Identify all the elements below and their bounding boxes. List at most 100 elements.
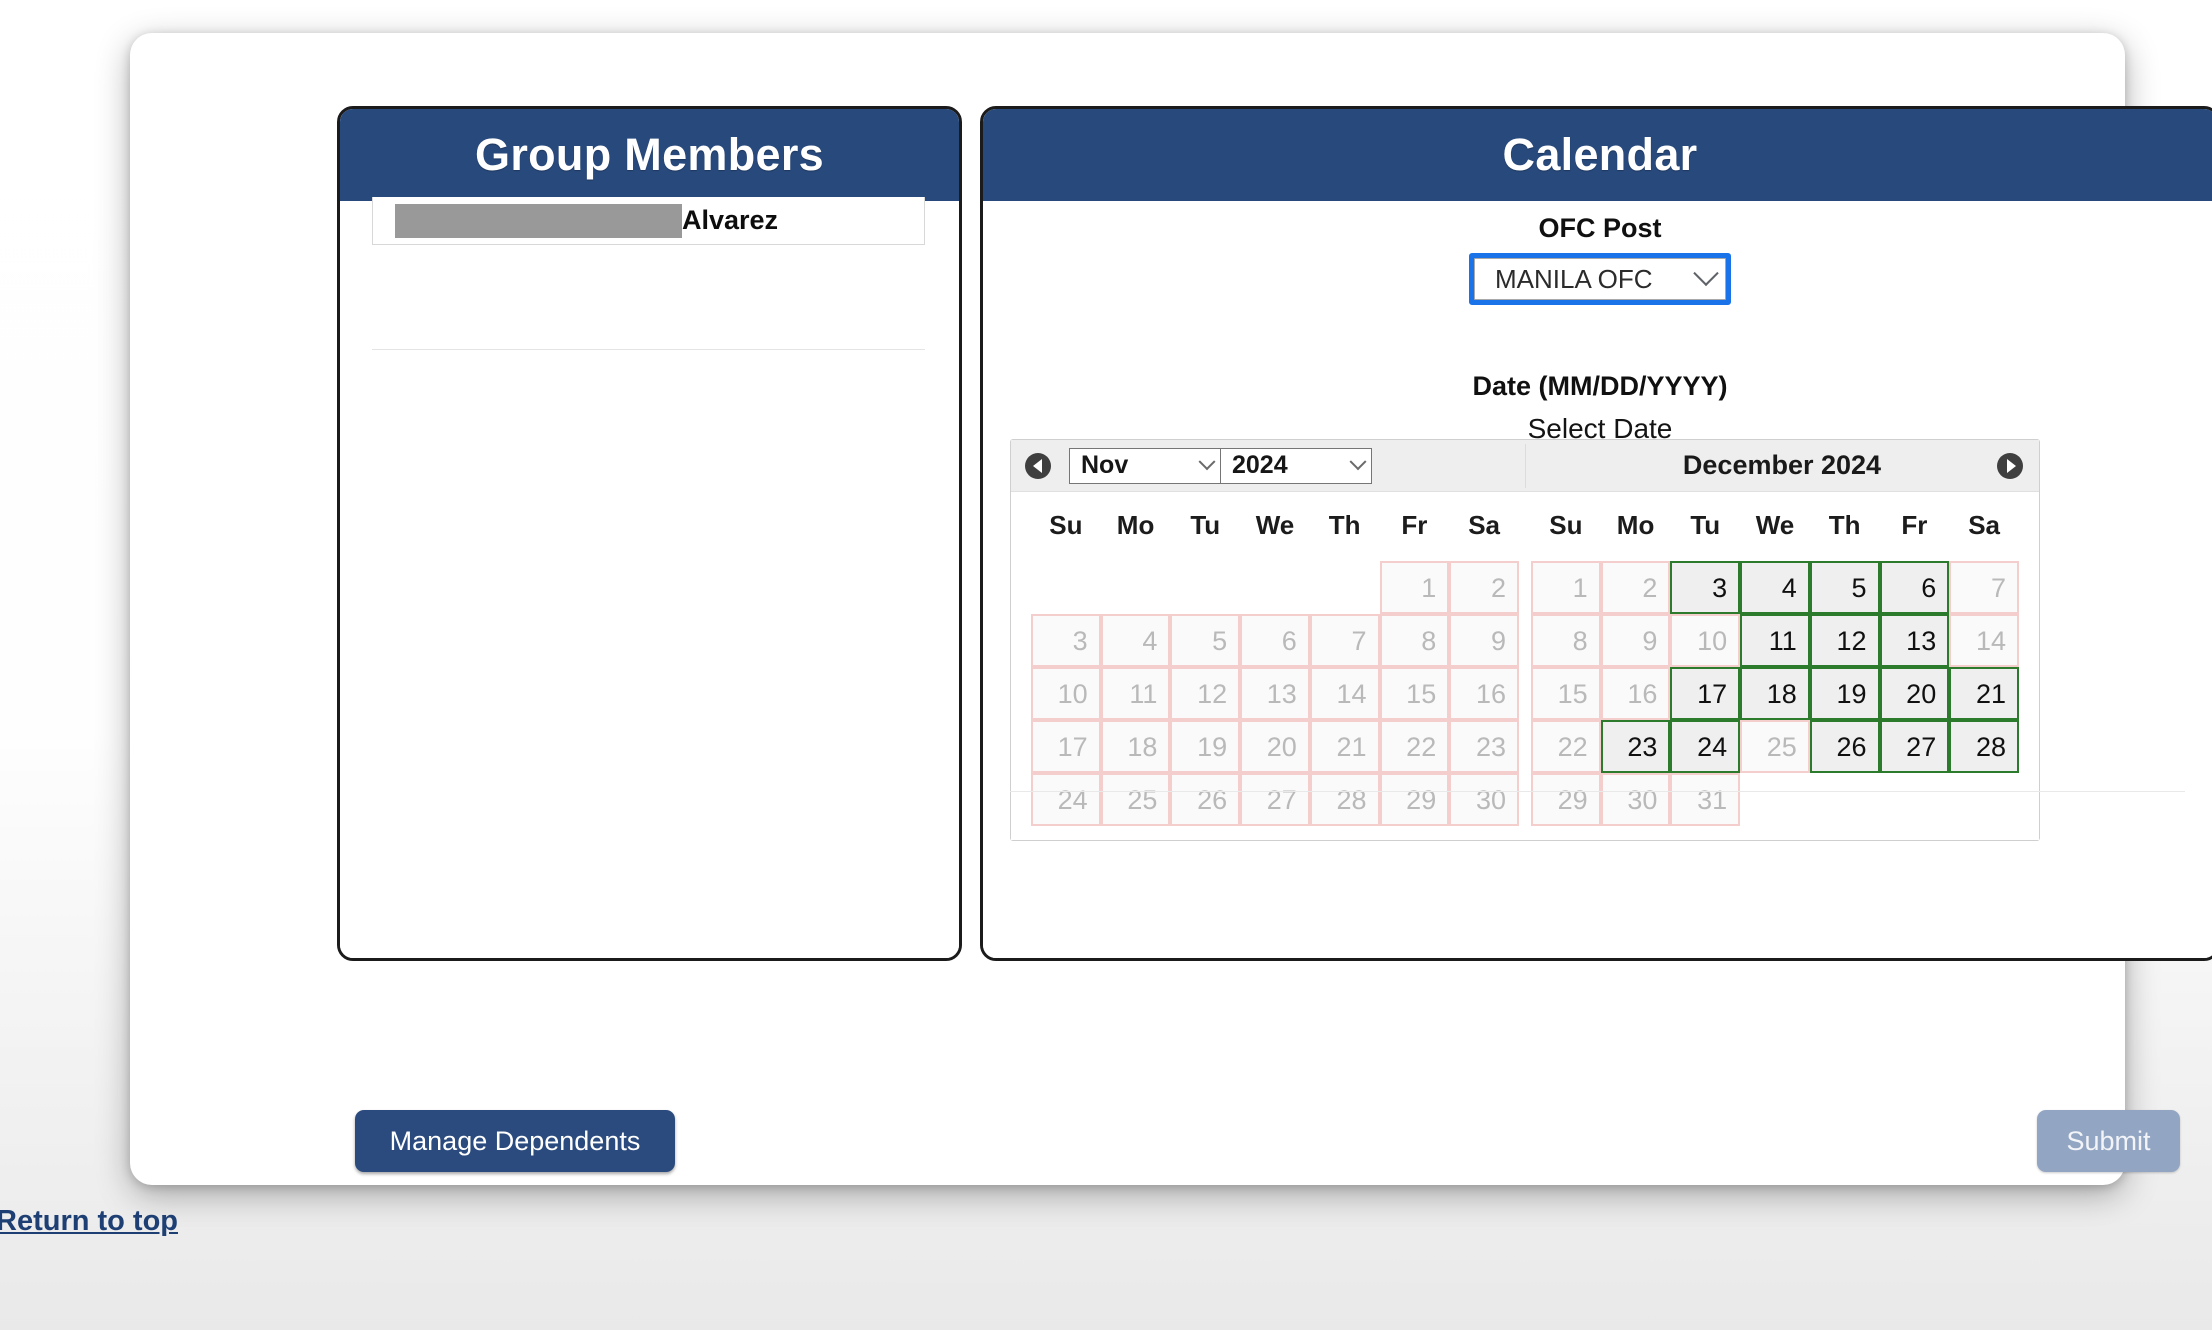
calendar-day-disabled: 1 — [1379, 561, 1450, 614]
member-last-name: Alvarez — [682, 205, 779, 235]
calendar-day-disabled: 16 — [1600, 667, 1671, 720]
calendar-day-disabled: 18 — [1100, 720, 1171, 773]
calendar-day-cell: 10 — [1670, 614, 1741, 667]
calendar-day-cell: 4 — [1100, 614, 1171, 667]
manage-dependents-button[interactable]: Manage Dependents — [355, 1110, 675, 1172]
calendar-day-disabled: 10 — [1670, 614, 1741, 667]
calendar-day-cell: 29 — [1531, 773, 1601, 826]
calendar-day-disabled: 1 — [1531, 561, 1601, 614]
calendar-day-available[interactable]: 18 — [1740, 667, 1810, 720]
ofc-post-select[interactable]: MANILA OFC — [1469, 253, 1731, 305]
calendar-day-disabled: 16 — [1449, 667, 1519, 720]
calendar-day-cell: 4 — [1740, 561, 1810, 614]
datepicker-header: Nov 2024 December 2024 — [1011, 440, 2039, 492]
calendar-day-disabled: 27 — [1240, 773, 1310, 826]
weekday-su: Su — [1049, 510, 1083, 540]
page-root: Group Members Alvarez Calendar OFC Post … — [0, 0, 2212, 1330]
calendar-day-cell — [1240, 561, 1310, 614]
calendar-day-available[interactable]: 3 — [1670, 561, 1741, 614]
calendar-day-cell: 3 — [1670, 561, 1741, 614]
weekday-we: We — [1255, 510, 1295, 540]
calendar-week-row: 22 23 24 25 26 27 28 — [1531, 720, 2019, 773]
calendar-day-cell: 13 — [1240, 667, 1310, 720]
calendar-day-cell: 27 — [1240, 773, 1310, 826]
calendar-month-left: Su Mo Tu We Th Fr Sa 1 2 3 4 5 6 7 8 9 10 11 12 13 14 15 16 17… — [1025, 498, 1525, 826]
month-select[interactable]: Nov — [1069, 447, 1221, 484]
right-month-title: December 2024 — [1682, 450, 1882, 480]
calendar-day-cell: 12 — [1809, 614, 1880, 667]
calendar-day-available[interactable]: 19 — [1809, 667, 1880, 720]
calendar-day-available[interactable]: 13 — [1879, 614, 1950, 667]
calendar-day-cell: 2 — [1600, 561, 1671, 614]
return-to-top-link[interactable]: Return to top — [0, 1205, 178, 1238]
weekday-mo: Mo — [1116, 510, 1155, 540]
calendar-day-empty — [1031, 561, 1101, 614]
prev-arrow-icon — [1032, 458, 1042, 473]
calendar-day-cell: 28 — [1949, 720, 2019, 773]
calendar-day-disabled: 9 — [1449, 614, 1519, 667]
calendar-day-available[interactable]: 23 — [1600, 720, 1671, 773]
calendar-day-disabled: 4 — [1100, 614, 1171, 667]
member-list-divider — [372, 349, 925, 350]
calendar-day-available[interactable]: 5 — [1809, 561, 1880, 614]
calendar-day-cell: 29 — [1379, 773, 1450, 826]
calendar-day-available[interactable]: 17 — [1670, 667, 1741, 720]
calendar-day-empty — [1240, 561, 1310, 614]
calendar-day-empty — [1170, 561, 1240, 614]
datepicker-header-right: December 2024 — [1525, 440, 2039, 491]
calendar-day-available[interactable]: 28 — [1949, 720, 2019, 773]
calendar-day-disabled: 30 — [1600, 773, 1671, 826]
calendar-day-cell: 18 — [1740, 667, 1810, 720]
datepicker: Nov 2024 December 2024 Su Mo Tu We Th Fr… — [1010, 439, 2040, 841]
calendar-day-available[interactable]: 11 — [1740, 614, 1810, 667]
calendar-day-disabled: 8 — [1379, 614, 1450, 667]
calendar-day-cell: 17 — [1031, 720, 1101, 773]
submit-button[interactable]: Submit — [2037, 1110, 2180, 1172]
calendar-week-row: 1234567 — [1531, 561, 2019, 614]
calendar-day-cell — [1949, 773, 2019, 826]
calendar-day-cell: 14 — [1309, 667, 1380, 720]
calendar-day-available[interactable]: 24 — [1670, 720, 1741, 773]
calendar-body: OFC Post MANILA OFC Date (MM/DD/YYYY) Se… — [983, 201, 2212, 958]
calendar-day-cell: 8 — [1531, 614, 1601, 667]
calendar-day-disabled: 31 — [1670, 773, 1741, 826]
calendar-day-disabled: 26 — [1170, 773, 1241, 826]
month-select-value: Nov — [1081, 451, 1129, 479]
next-month-button[interactable] — [1997, 453, 2023, 479]
ofc-post-select-inner[interactable]: MANILA OFC — [1474, 258, 1726, 300]
weekday-we: We — [1755, 510, 1795, 540]
calendar-day-disabled: 25 — [1100, 773, 1171, 826]
calendar-day-disabled: 28 — [1309, 773, 1380, 826]
calendar-table-left: Su Mo Tu We Th Fr Sa 1 2 3 4 5 6 7 8 9 10 11 12 13 14 15 16 17… — [1031, 498, 1519, 826]
member-list-item[interactable]: Alvarez — [372, 197, 925, 245]
calendar-day-cell: 6 — [1879, 561, 1950, 614]
calendar-day-disabled: 14 — [1949, 614, 2019, 667]
calendar-week-row: 10 11 12 13 14 15 16 — [1031, 667, 1519, 720]
calendar-day-available[interactable]: 6 — [1879, 561, 1950, 614]
calendar-day-available[interactable]: 21 — [1949, 667, 2019, 720]
calendar-day-available[interactable]: 12 — [1809, 614, 1880, 667]
calendar-day-cell: 23 — [1600, 720, 1671, 773]
calendar-day-available[interactable]: 20 — [1879, 667, 1950, 720]
calendar-day-cell: 3 — [1031, 614, 1101, 667]
calendar-day-available[interactable]: 4 — [1740, 561, 1810, 614]
calendar-day-cell: 31 — [1670, 773, 1741, 826]
calendar-day-cell: 11 — [1740, 614, 1810, 667]
weekday-sa: Sa — [1468, 510, 1501, 540]
prev-month-button[interactable] — [1025, 452, 1051, 479]
calendar-week-row: 8 9 10 11 12 13 14 — [1531, 614, 2019, 667]
calendar-day-empty — [1880, 773, 1950, 826]
calendar-day-cell — [1170, 561, 1240, 614]
year-select[interactable]: 2024 — [1220, 447, 1372, 484]
calendar-day-cell: 7 — [1949, 561, 2019, 614]
calendar-week-row: 17 18 19 20 21 22 23 — [1031, 720, 1519, 773]
calendar-day-cell: 1 — [1531, 561, 1601, 614]
ofc-post-selected-value: MANILA OFC — [1495, 263, 1653, 294]
calendar-day-cell: 24 — [1031, 773, 1101, 826]
calendar-day-cell: 20 — [1879, 667, 1950, 720]
calendar-day-available[interactable]: 26 — [1809, 720, 1880, 773]
calendar-day-disabled: 29 — [1379, 773, 1450, 826]
calendar-week-row: 3456789 — [1031, 614, 1519, 667]
calendar-day-available[interactable]: 27 — [1879, 720, 1950, 773]
calendar-day-disabled: 20 — [1240, 720, 1310, 773]
